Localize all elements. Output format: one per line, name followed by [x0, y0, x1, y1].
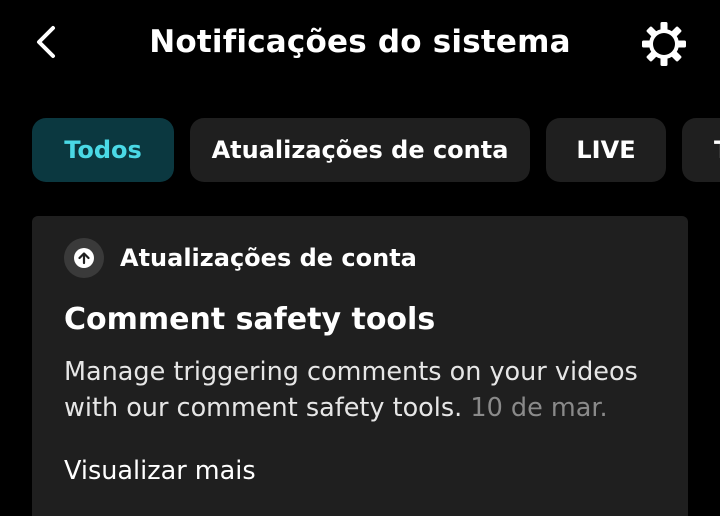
notification-card[interactable]: Atualizações de conta Comment safety too… — [32, 216, 688, 516]
notification-date: 10 de mar. — [470, 393, 608, 423]
arrow-up-circle-icon — [64, 238, 104, 278]
top-bar: Notificações do sistema — [0, 0, 720, 88]
notification-title: Comment safety tools — [64, 302, 436, 337]
tab-live[interactable]: LIVE — [546, 118, 666, 182]
filter-tabs: Todos Atualizações de conta LIVE T — [0, 118, 720, 184]
view-more-link[interactable]: Visualizar mais — [64, 456, 256, 486]
gear-icon — [642, 22, 686, 66]
notification-body: Manage triggering comments on your video… — [64, 354, 664, 426]
tab-atualizacoes-de-conta[interactable]: Atualizações de conta — [190, 118, 530, 182]
notification-category: Atualizações de conta — [64, 238, 417, 278]
page-title: Notificações do sistema — [149, 24, 571, 60]
settings-button[interactable] — [638, 18, 690, 70]
tab-partial[interactable]: T — [682, 118, 720, 182]
category-label: Atualizações de conta — [120, 244, 417, 272]
tab-todos[interactable]: Todos — [32, 118, 174, 182]
